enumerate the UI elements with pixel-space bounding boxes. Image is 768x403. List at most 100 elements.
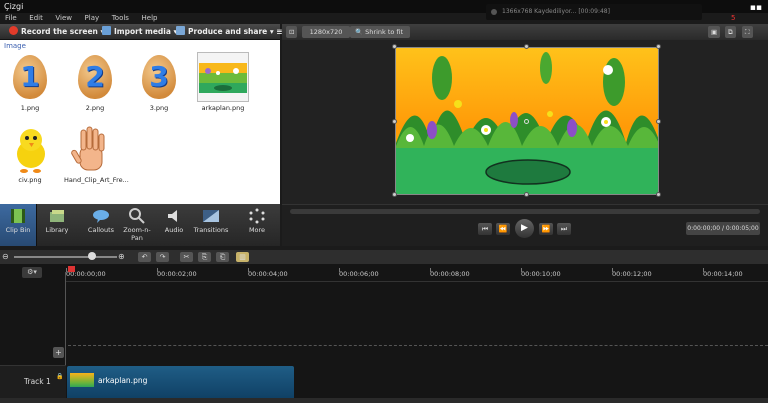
clip-thumbnail: [70, 373, 94, 387]
skip-back-button[interactable]: ⏮: [478, 223, 492, 235]
resize-handle[interactable]: [392, 192, 397, 197]
clip-bin-panel: Image 1 1.png 2 2.png 3 3.png arkaplan.p…: [0, 40, 280, 204]
crop-icon[interactable]: ⊡: [286, 26, 298, 38]
chick-image: [17, 129, 45, 173]
record-screen-button[interactable]: Record the screen ▾: [9, 26, 104, 38]
import-media-button[interactable]: Import media ▾: [102, 26, 177, 38]
copy-icon[interactable]: ⎘: [198, 252, 211, 262]
track-name: Track 1: [24, 377, 51, 386]
hand-image: [71, 126, 105, 171]
play-button[interactable]: ▶: [515, 219, 534, 238]
resize-handle[interactable]: [524, 192, 529, 197]
magnifier-icon: [129, 208, 145, 224]
transitions-icon: [203, 210, 219, 222]
tab-zoom-n-pan[interactable]: Zoom-n- Pan: [120, 204, 154, 246]
time-ruler[interactable]: 00:00:00;00 00:00:02;00 00:00:04;00 00:0…: [66, 268, 768, 282]
record-icon: [9, 26, 18, 35]
step-forward-button[interactable]: ⏩: [539, 223, 553, 235]
rotate-handle[interactable]: [524, 119, 529, 124]
window-controls-icon[interactable]: ▪▪: [750, 3, 762, 13]
produce-share-button[interactable]: Produce and share ▾ ≡: [176, 26, 283, 38]
cut-icon[interactable]: ✂: [180, 252, 193, 262]
timeline-zoom-slider[interactable]: [14, 256, 117, 258]
resize-handle[interactable]: [524, 44, 529, 49]
clip-name: arkaplan.png: [98, 376, 148, 385]
menu-play[interactable]: Play: [85, 13, 100, 24]
scrub-bar[interactable]: [290, 209, 760, 214]
media-item-3[interactable]: 3 3.png: [131, 52, 187, 112]
step-back-button[interactable]: ⏪: [496, 223, 510, 235]
media-item-label: Hand_Clip_Art_Fre...: [64, 176, 129, 184]
bin-section-label: Image: [4, 42, 26, 50]
media-item-1[interactable]: 1 1.png: [2, 52, 58, 112]
skip-forward-button[interactable]: ⏭: [557, 223, 571, 235]
dimensions-dropdown[interactable]: 1280x720: [302, 26, 350, 38]
media-item-civ[interactable]: civ.png: [2, 124, 58, 184]
recording-status-text: 1366x768 Kaydediliyor... [00:09:48]: [502, 8, 610, 15]
zoom-slider-knob[interactable]: [88, 252, 96, 260]
track-lock-icon[interactable]: 🔒: [56, 373, 63, 380]
media-item-hand[interactable]: Hand_Clip_Art_Fre...: [64, 124, 129, 184]
tab-callouts[interactable]: Callouts: [82, 204, 120, 246]
callout-icon: [93, 210, 109, 223]
playback-panel: ⏮ ⏪ ▶ ⏩ ⏭ 0:00:00;00 / 0:00:05;00: [282, 204, 768, 246]
zoom-in-icon[interactable]: ⊕: [118, 252, 125, 261]
time-display: 0:00:00;00 / 0:00:05;00: [686, 222, 760, 235]
egg-number-three-image: 3: [142, 55, 176, 99]
timeline-clip[interactable]: arkaplan.png: [67, 366, 294, 400]
menu-bar: File Edit View Play Tools Help: [0, 13, 280, 24]
recording-status-bar: 1366x768 Kaydediliyor... [00:09:48]: [486, 4, 702, 20]
menu-edit[interactable]: Edit: [29, 13, 43, 24]
detach-icon[interactable]: ▣: [708, 26, 721, 38]
tab-audio[interactable]: Audio: [158, 204, 190, 246]
popout-icon[interactable]: ⧉: [725, 26, 736, 38]
more-icon: [249, 208, 265, 224]
timeline-settings-icon[interactable]: ⚙▾: [22, 267, 42, 278]
egg-number-two-image: 2: [78, 55, 112, 99]
zoom-out-icon[interactable]: ⊖: [2, 252, 9, 261]
add-track-button[interactable]: +: [53, 347, 64, 358]
paste-icon[interactable]: ⎗: [216, 252, 229, 262]
meadow-background-image: [199, 63, 247, 93]
menu-file[interactable]: File: [5, 13, 17, 24]
resize-handle[interactable]: [656, 192, 661, 197]
tick-label: 00:00:08;00: [430, 268, 470, 278]
resize-handle[interactable]: [392, 44, 397, 49]
fullscreen-icon[interactable]: ⛶: [742, 26, 753, 38]
tick-label: 00:00:12;00: [612, 268, 652, 278]
playhead[interactable]: [68, 266, 75, 272]
task-tabs: Clip Bin Library Callouts Zoom-n- Pan Au…: [0, 204, 280, 246]
library-icon: [50, 210, 64, 222]
media-item-label: civ.png: [18, 176, 42, 184]
film-icon: [11, 209, 25, 223]
tab-more[interactable]: More: [238, 204, 276, 246]
import-label: Import media: [114, 27, 171, 36]
main-toolbar: Record the screen ▾ Import media ▾ Produ…: [0, 24, 283, 40]
fit-mode-dropdown[interactable]: 🔍 Shrink to fit ▾: [350, 26, 410, 48]
media-item-2[interactable]: 2 2.png: [67, 52, 123, 112]
tab-library[interactable]: Library: [38, 204, 76, 246]
undo-icon[interactable]: ↶: [138, 252, 151, 262]
notification-badge: 5: [731, 14, 736, 22]
record-label: Record the screen: [21, 27, 98, 36]
produce-icon: [176, 26, 185, 35]
tick-label: 00:00:10;00: [521, 268, 561, 278]
resize-handle[interactable]: [392, 119, 397, 124]
resize-handle[interactable]: [656, 44, 661, 49]
tick-label: 00:00:02;00: [157, 268, 197, 278]
menu-view[interactable]: View: [55, 13, 72, 24]
media-item-label: arkaplan.png: [201, 104, 245, 112]
resize-handle[interactable]: [656, 119, 661, 124]
menu-tools[interactable]: Tools: [112, 13, 129, 24]
tick-label: 00:00:04;00: [248, 268, 288, 278]
preview-toolbar: ⊡ 1280x720 🔍 Shrink to fit ▾ ▣ ⧉ ⛶: [282, 24, 768, 48]
redo-icon[interactable]: ↷: [156, 252, 169, 262]
tab-clip-bin[interactable]: Clip Bin: [0, 204, 37, 246]
menu-help[interactable]: Help: [142, 13, 158, 24]
split-icon[interactable]: ▥: [236, 252, 249, 262]
track-insert-line: [68, 345, 768, 346]
timeline-scrollbar[interactable]: [0, 398, 768, 403]
tab-transitions[interactable]: Transitions: [190, 204, 232, 246]
media-item-label: 3.png: [149, 104, 169, 112]
media-item-arkaplan[interactable]: arkaplan.png: [195, 52, 251, 112]
